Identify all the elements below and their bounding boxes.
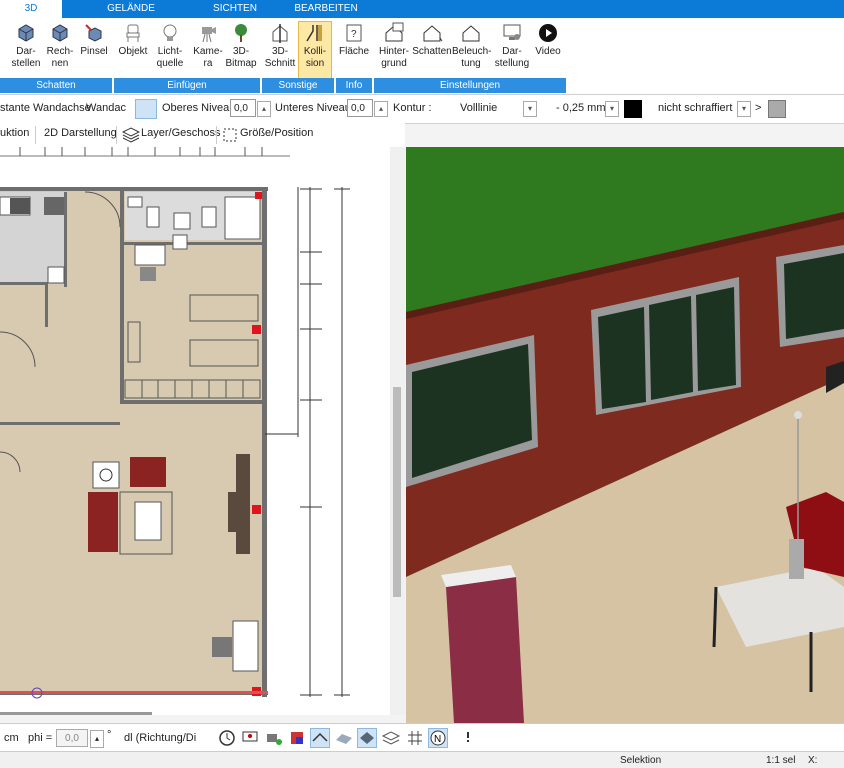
- status-scale: 1:1 sel: [766, 755, 796, 766]
- house-shadow-icon: [423, 25, 443, 42]
- material-icon[interactable]: [287, 728, 307, 748]
- line-color-swatch[interactable]: [624, 100, 642, 118]
- upper-level-stepper[interactable]: ▴: [257, 101, 271, 117]
- camera-move-icon[interactable]: [264, 728, 284, 748]
- section-icon: [272, 24, 288, 43]
- svg-text:N: N: [434, 734, 441, 745]
- texture-icon[interactable]: [334, 728, 354, 748]
- cube-calc-icon: [52, 24, 68, 42]
- beleuchtung-button[interactable]: Beleuch- tung: [452, 22, 491, 70]
- screen-icon[interactable]: [240, 728, 260, 748]
- lower-level-stepper[interactable]: ▴: [374, 101, 388, 117]
- display-icon: [503, 24, 521, 40]
- group-sonstige: Sonstige: [262, 78, 334, 93]
- separator: [216, 126, 217, 144]
- hintergrund-button[interactable]: Hinter- grund: [375, 22, 413, 70]
- phi-input[interactable]: 0,0: [56, 729, 88, 747]
- wall-align-icon[interactable]: [135, 99, 157, 119]
- chair-icon: [126, 24, 140, 42]
- group-einstellungen: Einstellungen: [374, 78, 566, 93]
- property-bar: stante Wandachse Wandac Oberes Niveau 0,…: [0, 95, 844, 124]
- clock-icon[interactable]: [217, 728, 237, 748]
- 3d-bitmap-button[interactable]: 3D- Bitmap: [224, 22, 258, 70]
- size-position-icon: [223, 128, 237, 142]
- hatch-arrow: >: [755, 102, 762, 114]
- more-options-icon[interactable]: [458, 728, 478, 748]
- hatch-dropdown[interactable]: ▾: [737, 101, 751, 117]
- grid-icon[interactable]: [405, 728, 425, 748]
- brush-cube-icon: [85, 24, 102, 42]
- lichtquelle-button[interactable]: Licht- quelle: [152, 22, 188, 70]
- 3d-view[interactable]: [406, 147, 844, 723]
- house-light-icon: [462, 25, 480, 42]
- tab-gelaende[interactable]: GELÄNDE: [100, 0, 162, 18]
- group-info: Info: [336, 78, 372, 93]
- video-button[interactable]: Video: [532, 22, 564, 58]
- schatten-button[interactable]: Schatten: [412, 22, 452, 58]
- hatch-select[interactable]: nicht schraffiert: [658, 102, 732, 114]
- plane-icon[interactable]: [357, 728, 377, 748]
- view-toolbar: uktion 2D Darstellung Layer/Geschoss Grö…: [0, 123, 405, 148]
- wall-axis-select[interactable]: Wandac: [86, 102, 126, 114]
- surface-icon[interactable]: [310, 728, 330, 748]
- tree-icon: [235, 24, 247, 42]
- separator: [116, 126, 117, 144]
- camera-icon: [202, 27, 216, 43]
- house-bg-icon: [385, 22, 404, 42]
- phi-stepper[interactable]: ▴: [90, 730, 104, 748]
- phi-label: phi =: [28, 732, 53, 744]
- unit-label: cm: [4, 732, 19, 744]
- size-position-button[interactable]: Größe/Position: [240, 127, 313, 139]
- lower-level-label: Unteres Niveau: [275, 102, 351, 114]
- flaeche-button[interactable]: ? Fläche: [337, 22, 371, 58]
- bulb-icon: [163, 24, 177, 41]
- upper-level-label: Oberes Niveau: [162, 102, 236, 114]
- ribbon: Dar- stellen Rech- nen Pinsel Objekt Lic…: [0, 18, 844, 95]
- tab-3d[interactable]: 3D: [0, 0, 62, 18]
- line-width-dropdown[interactable]: ▾: [605, 101, 619, 117]
- layers-stack-icon[interactable]: [381, 728, 401, 748]
- floor-plan-drawing: [0, 147, 405, 715]
- svg-text:?: ?: [351, 29, 357, 40]
- direction-select[interactable]: dl (Richtung/Di: [124, 732, 196, 744]
- play-icon: [539, 24, 557, 42]
- contour-label: Kontur :: [393, 102, 432, 114]
- north-icon[interactable]: N: [428, 728, 448, 748]
- objekt-button[interactable]: Objekt: [116, 22, 150, 58]
- kamera-button[interactable]: Kame- ra: [190, 22, 226, 70]
- bottom-toolbar: cm phi = 0,0 ▴ ° dl (Richtung/Di N: [0, 723, 844, 752]
- tab-bearbeiten[interactable]: BEARBEITEN: [290, 0, 362, 18]
- darstellung-button[interactable]: Dar- stellung: [492, 22, 532, 70]
- group-schatten: Schatten: [0, 78, 112, 93]
- ribbon-tab-bar: 3D GELÄNDE SICHTEN BEARBEITEN: [0, 0, 844, 18]
- wall-axis-label: stante Wandachse: [0, 102, 91, 114]
- floor-plan-view[interactable]: [0, 147, 405, 715]
- cube-render-icon: [18, 24, 34, 42]
- separator: [35, 126, 36, 144]
- layer-button[interactable]: Layer/Geschoss: [141, 127, 220, 139]
- layer-icon: [122, 127, 140, 143]
- status-bar: Selektion 1:1 sel X:: [0, 751, 844, 768]
- area-icon: ?: [346, 24, 362, 42]
- tab-sichten[interactable]: SICHTEN: [200, 0, 270, 18]
- group-einfuegen: Einfügen: [114, 78, 260, 93]
- degree-label: °: [107, 729, 112, 741]
- rechnen-button[interactable]: Rech- nen: [44, 22, 76, 70]
- upper-level-input[interactable]: 0,0: [230, 99, 256, 117]
- darstellen-button[interactable]: Dar- stellen: [10, 22, 42, 70]
- fill-color-swatch[interactable]: [768, 100, 786, 118]
- construction-button[interactable]: uktion: [0, 127, 29, 139]
- collision-icon: [306, 25, 322, 42]
- line-style-select[interactable]: Volllinie: [460, 102, 497, 114]
- line-style-dropdown[interactable]: ▾: [523, 101, 537, 117]
- 2d-view-button[interactable]: 2D Darstellung: [44, 127, 117, 139]
- status-x-coordinate: X:: [808, 755, 818, 766]
- status-mode: Selektion: [620, 755, 662, 766]
- lower-level-input[interactable]: 0,0: [347, 99, 373, 117]
- line-width-select[interactable]: - 0,25 mm -: [556, 102, 612, 114]
- pinsel-button[interactable]: Pinsel: [78, 22, 110, 58]
- 3d-scene: [406, 147, 844, 723]
- kollision-button[interactable]: Kolli- sion: [298, 21, 332, 79]
- 3d-schnitt-button[interactable]: 3D- Schnitt: [263, 22, 297, 70]
